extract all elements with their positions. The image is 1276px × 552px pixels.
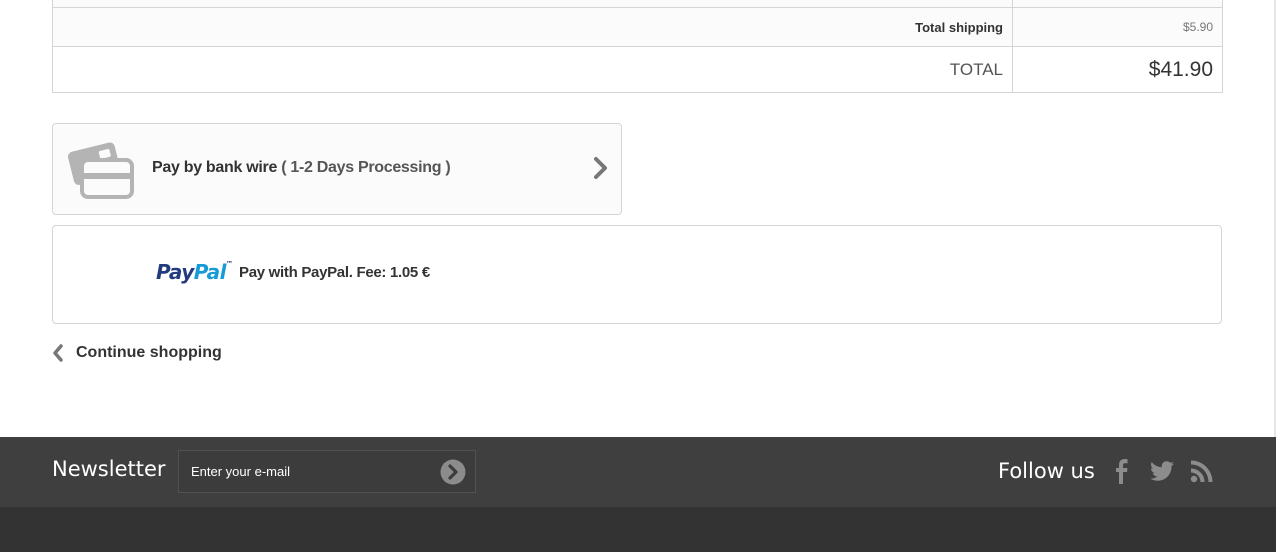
order-totals-table: Total shipping $5.90 TOTAL $41.90 xyxy=(52,0,1223,93)
total-shipping-label: Total shipping xyxy=(52,7,1013,47)
paypal-label: Pay with PayPal. Fee: 1.05 € xyxy=(239,264,430,281)
chevron-right-icon xyxy=(594,157,607,179)
continue-shopping-link[interactable]: Continue shopping xyxy=(52,344,222,362)
footer-newsletter-bar: Newsletter Follow us xyxy=(0,437,1276,507)
newsletter-title: Newsletter xyxy=(52,457,166,481)
pay-by-bankwire-option[interactable]: Pay by bank wire ( 1-2 Days Processing ) xyxy=(52,123,622,215)
chevron-left-icon xyxy=(53,344,63,362)
total-value: $41.90 xyxy=(1012,46,1223,93)
credit-card-icon xyxy=(67,142,134,199)
follow-us-title: Follow us xyxy=(998,459,1095,483)
newsletter-email-input[interactable] xyxy=(179,451,429,492)
bankwire-processing-detail: ( 1-2 Days Processing ) xyxy=(281,159,451,176)
footer-bottom-bar xyxy=(0,507,1276,552)
total-shipping-value: $5.90 xyxy=(1012,7,1223,47)
pay-with-paypal-option[interactable]: PayPal™ Pay with PayPal. Fee: 1.05 € xyxy=(52,225,1222,324)
totals-row-shipping: Total shipping $5.90 xyxy=(52,7,1223,47)
total-label: TOTAL xyxy=(52,46,1013,93)
bankwire-text: Pay by bank wire ( 1-2 Days Processing ) xyxy=(152,159,451,177)
newsletter-form xyxy=(178,450,476,493)
totals-row-grand-total: TOTAL $41.90 xyxy=(52,46,1223,93)
newsletter-submit-icon[interactable] xyxy=(440,459,466,485)
continue-shopping-label: Continue shopping xyxy=(76,344,222,361)
rss-icon[interactable] xyxy=(1189,457,1215,485)
twitter-icon[interactable] xyxy=(1148,457,1176,485)
totals-row-previous xyxy=(52,0,1223,8)
paypal-logo: PayPal™ xyxy=(156,260,233,284)
order-payment-page: Total shipping $5.90 TOTAL $41.90 Pay by… xyxy=(0,0,1276,552)
facebook-icon[interactable] xyxy=(1112,457,1132,485)
bankwire-label: Pay by bank wire xyxy=(152,159,278,176)
